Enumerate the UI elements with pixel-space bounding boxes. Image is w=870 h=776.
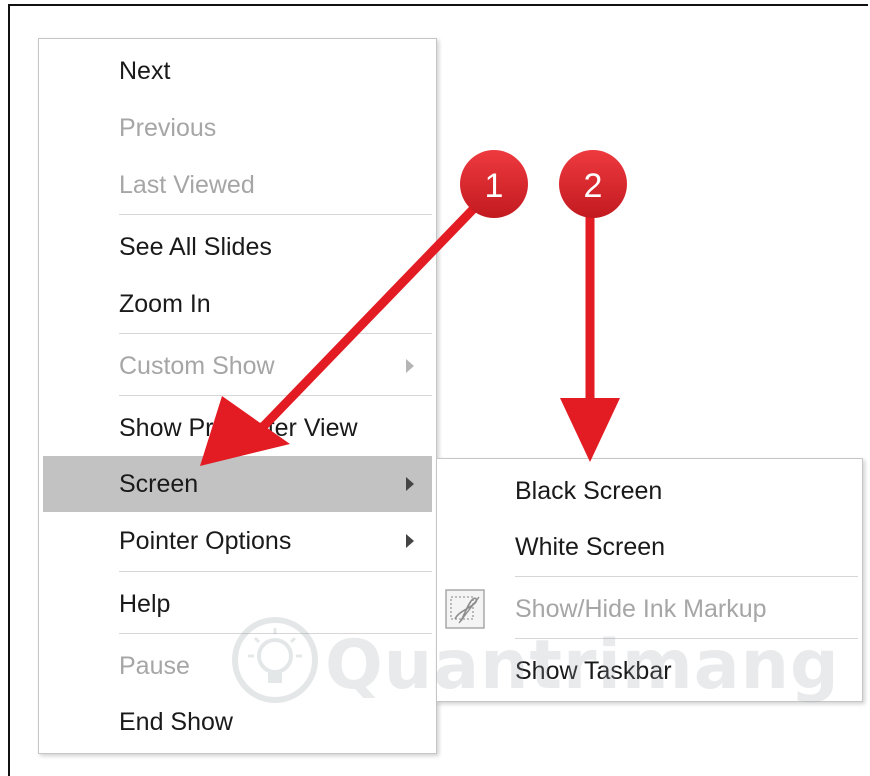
slideshow-context-menu: Next Previous Last Viewed See All Slides… — [38, 38, 437, 754]
menu-item-label: Help — [119, 589, 171, 618]
submenu-item-label: Black Screen — [515, 476, 663, 505]
menu-item-label: Next — [119, 56, 171, 85]
menu-item-show-presenter-view[interactable]: Show Presenter View — [39, 400, 436, 456]
menu-item-zoom-in[interactable]: Zoom In — [39, 276, 436, 332]
menu-item-previous[interactable]: Previous — [39, 100, 436, 156]
menu-separator — [119, 633, 432, 634]
menu-item-pause[interactable]: Pause — [39, 638, 436, 694]
menu-item-label: Pointer Options — [119, 526, 292, 555]
menu-item-label: Screen — [119, 469, 199, 498]
menu-item-label: Last Viewed — [119, 170, 255, 199]
menu-item-end-show[interactable]: End Show — [39, 694, 436, 750]
ink-markup-icon — [445, 589, 485, 629]
menu-separator — [119, 333, 432, 334]
menu-item-label: Show Presenter View — [119, 413, 358, 442]
submenu-separator — [515, 576, 858, 577]
menu-item-label: End Show — [119, 707, 233, 736]
menu-item-help[interactable]: Help — [39, 576, 436, 632]
submenu-item-black-screen[interactable]: Black Screen — [437, 463, 862, 519]
menu-item-label: Custom Show — [119, 351, 275, 380]
menu-separator — [119, 214, 432, 215]
submenu-item-label: Show/Hide Ink Markup — [515, 594, 767, 623]
menu-item-label: Pause — [119, 651, 190, 680]
menu-item-label: Previous — [119, 113, 217, 142]
submenu-separator — [515, 638, 858, 639]
submenu-arrow-icon — [406, 477, 414, 491]
submenu-arrow-icon — [406, 359, 414, 373]
menu-item-label: See All Slides — [119, 232, 272, 261]
menu-separator — [119, 571, 432, 572]
submenu-arrow-icon — [406, 534, 414, 548]
submenu-item-show-taskbar[interactable]: Show Taskbar — [437, 643, 862, 699]
menu-separator — [119, 395, 432, 396]
screen-submenu: Black Screen White Screen Show/Hide Ink … — [436, 458, 863, 702]
submenu-item-label: Show Taskbar — [515, 656, 672, 685]
menu-item-last-viewed[interactable]: Last Viewed — [39, 157, 436, 213]
menu-item-see-all-slides[interactable]: See All Slides — [39, 219, 436, 275]
submenu-item-show-hide-ink-markup[interactable]: Show/Hide Ink Markup — [437, 581, 862, 637]
menu-item-custom-show[interactable]: Custom Show — [39, 338, 436, 394]
menu-item-pointer-options[interactable]: Pointer Options — [39, 513, 436, 569]
submenu-item-white-screen[interactable]: White Screen — [437, 519, 862, 575]
menu-item-screen[interactable]: Screen — [43, 456, 432, 512]
submenu-item-label: White Screen — [515, 532, 666, 561]
menu-item-label: Zoom In — [119, 289, 211, 318]
menu-item-next[interactable]: Next — [39, 43, 436, 99]
